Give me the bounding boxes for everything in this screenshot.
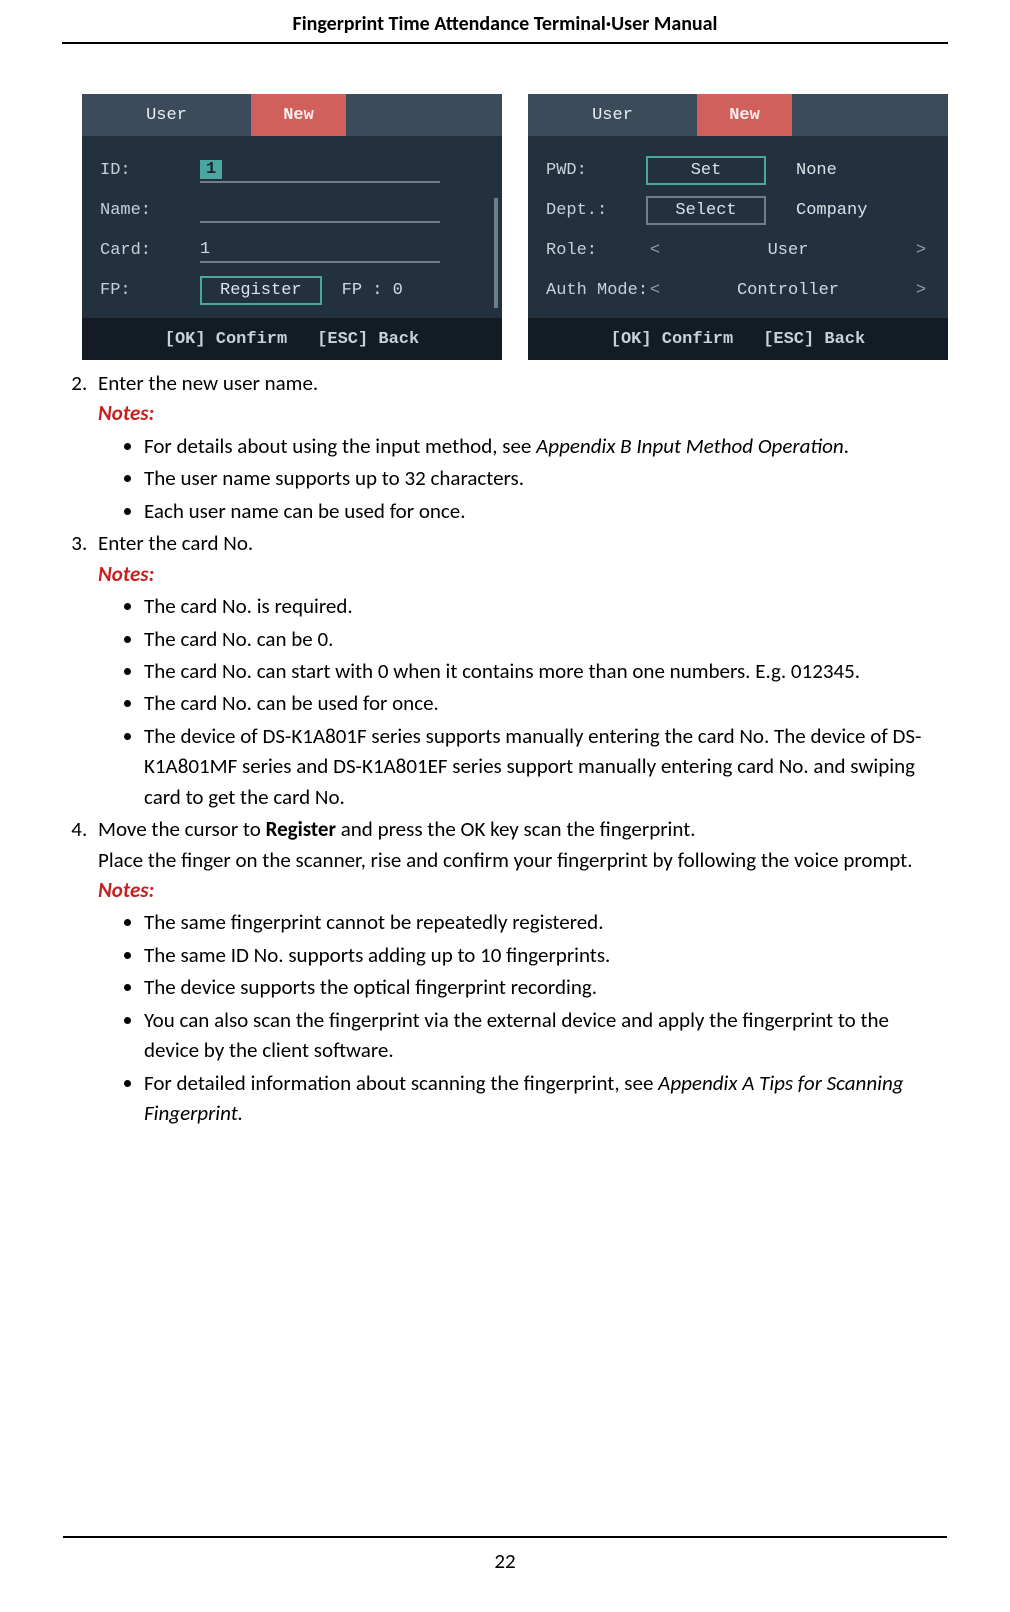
dept-status: Company (796, 201, 886, 220)
chevron-right-icon[interactable]: > (912, 281, 930, 300)
chevron-left-icon[interactable]: < (646, 241, 664, 260)
screen-left: User New ID: 1 Name: Card: (82, 94, 502, 360)
id-value: 1 (200, 160, 222, 179)
tab-user[interactable]: User (82, 94, 251, 136)
pwd-label: PWD: (546, 161, 636, 180)
instruction-body: Enter the new user name. Notes: For deta… (62, 368, 948, 1129)
id-label: ID: (100, 161, 190, 180)
card-value: 1 (200, 240, 210, 259)
list-item: For details about using the input method… (144, 431, 948, 461)
step-3: Enter the card No. Notes: The card No. i… (92, 528, 948, 812)
list-item: The card No. can be used for once. (144, 688, 948, 718)
authmode-value: Controller (674, 281, 902, 300)
note-text: For details about using the input method… (144, 433, 536, 459)
step4-text: Move the cursor to (98, 816, 266, 842)
pwd-set-button[interactable]: Set (646, 156, 766, 185)
name-input[interactable] (200, 197, 440, 223)
chevron-left-icon[interactable]: < (646, 281, 664, 300)
name-label: Name: (100, 201, 190, 220)
step-4: Move the cursor to Register and press th… (92, 814, 948, 1128)
step4-extra: Place the finger on the scanner, rise an… (98, 847, 913, 873)
card-input[interactable]: 1 (200, 237, 440, 263)
list-item: Each user name can be used for once. (144, 496, 948, 526)
tab-bar: User New (82, 94, 502, 136)
notes-label: Notes: (98, 398, 948, 428)
dept-select-button[interactable]: Select (646, 196, 766, 225)
tab-spacer (792, 94, 948, 136)
page-header: Fingerprint Time Attendance Terminal·Use… (62, 12, 948, 44)
list-item: The device of DS-K1A801F series supports… (144, 721, 948, 812)
note-text: . (844, 433, 849, 459)
step4-text: and press the OK key scan the fingerprin… (336, 816, 696, 842)
register-button[interactable]: Register (200, 276, 322, 305)
step3-text: Enter the card No. (98, 530, 253, 556)
role-value: User (674, 241, 902, 260)
status-ok: [OK] Confirm (165, 330, 287, 349)
tab-spacer (346, 94, 502, 136)
screen-right: User New PWD: Set None Dept.: Select Com… (528, 94, 948, 360)
list-item: The card No. can be 0. (144, 624, 948, 654)
role-label: Role: (546, 241, 636, 260)
step-2: Enter the new user name. Notes: For deta… (92, 368, 948, 526)
card-label: Card: (100, 241, 190, 260)
list-item: The card No. is required. (144, 591, 948, 621)
notes-label: Notes: (98, 875, 948, 905)
authmode-label: Auth Mode: (546, 281, 656, 300)
chevron-right-icon[interactable]: > (912, 241, 930, 260)
list-item: You can also scan the fingerprint via th… (144, 1005, 948, 1066)
fp-count-label: FP : 0 (342, 281, 403, 300)
dept-label: Dept.: (546, 201, 636, 220)
list-item: The same ID No. supports adding up to 10… (144, 940, 948, 970)
list-item: The user name supports up to 32 characte… (144, 463, 948, 493)
register-keyword: Register (266, 816, 336, 842)
pwd-status: None (796, 161, 886, 180)
status-ok: [OK] Confirm (611, 330, 733, 349)
scrollbar-track[interactable] (494, 198, 498, 308)
list-item: For detailed information about scanning … (144, 1068, 948, 1129)
fp-label: FP: (100, 281, 190, 300)
device-screens: User New ID: 1 Name: Card: (82, 94, 948, 360)
tab-new[interactable]: New (697, 94, 792, 136)
page-number: 22 (63, 1536, 947, 1574)
status-esc: [ESC] Back (763, 330, 865, 349)
list-item: The card No. can start with 0 when it co… (144, 656, 948, 686)
step2-text: Enter the new user name. (98, 370, 318, 396)
status-esc: [ESC] Back (317, 330, 419, 349)
notes-label: Notes: (98, 559, 948, 589)
note-text: For detailed information about scanning … (144, 1070, 658, 1096)
tab-user[interactable]: User (528, 94, 697, 136)
list-item: The device supports the optical fingerpr… (144, 972, 948, 1002)
tab-new[interactable]: New (251, 94, 346, 136)
reference-text: Appendix B Input Method Operation (536, 433, 844, 459)
list-item: The same fingerprint cannot be repeatedl… (144, 907, 948, 937)
tab-bar: User New (528, 94, 948, 136)
id-input[interactable]: 1 (200, 157, 440, 183)
